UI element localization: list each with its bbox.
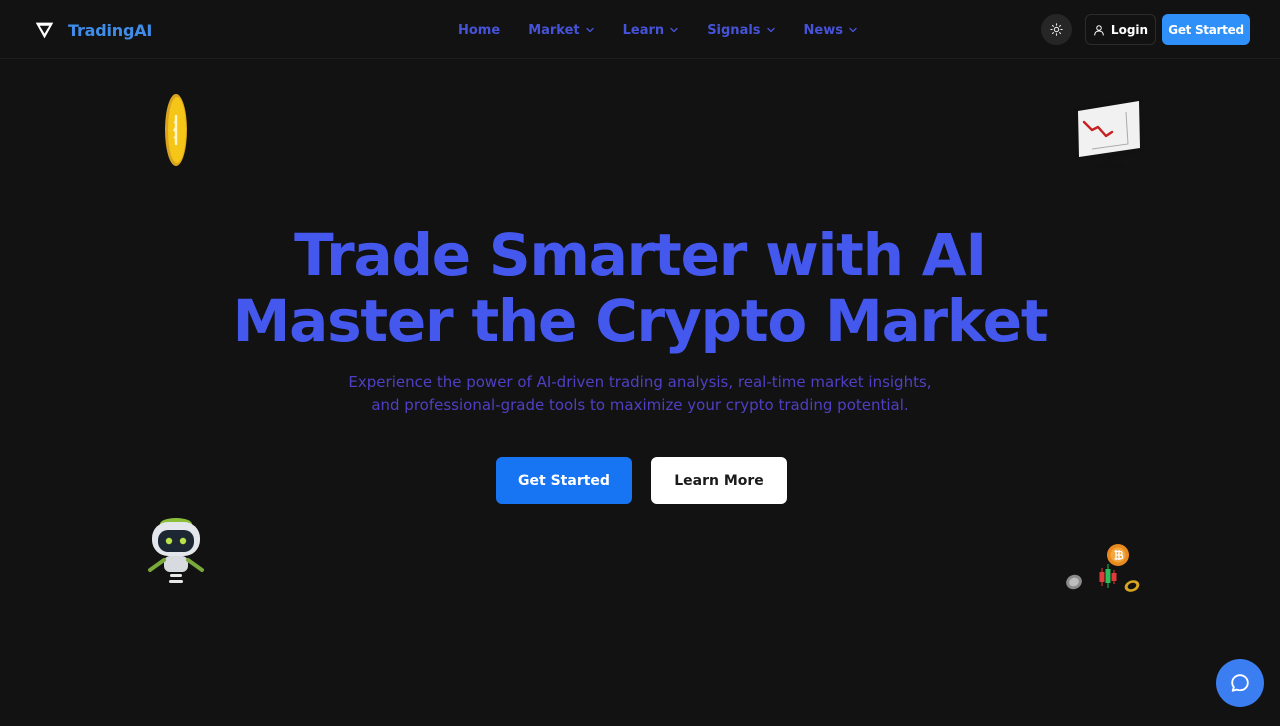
hero-title-line-1: Trade Smarter with AI [294,221,987,289]
site-header: TradingAI Home Market Learn Signals News [0,0,1280,59]
hero-learn-more-button[interactable]: Learn More [651,457,787,504]
chevron-down-icon [849,27,857,33]
brand-logo-link[interactable]: TradingAI [34,17,152,43]
hero-subtitle-line-2: and professional-grade tools to maximize… [371,396,909,414]
chevron-down-icon [670,27,678,33]
nav-item-label: Home [458,22,501,38]
hero-subtitle: Experience the power of AI-driven tradin… [0,371,1280,417]
nav-item-market[interactable]: Market [528,23,594,38]
robot-mascot-icon [148,518,204,583]
hero-subtitle-line-1: Experience the power of AI-driven tradin… [348,373,932,391]
hero-title: Trade Smarter with AI Master the Crypto … [0,222,1280,354]
nav-item-home[interactable]: Home [458,23,500,38]
nav-item-learn[interactable]: Learn [623,23,680,38]
login-button[interactable]: Login [1085,14,1156,45]
funnel-logo-icon [35,22,54,38]
nav-item-news[interactable]: News [804,23,858,38]
chat-button[interactable] [1216,659,1264,707]
hero-get-started-button[interactable]: Get Started [496,457,632,504]
nav-item-label: News [803,22,843,38]
chat-bubble-icon [1231,674,1249,692]
user-icon [1094,24,1104,35]
brand-name: TradingAI [68,20,153,40]
login-label: Login [1110,22,1149,37]
gold-coin-icon [165,94,187,166]
chevron-down-icon [585,27,594,33]
nav-item-label: Signals [707,22,761,38]
chevron-down-icon [766,27,775,33]
declining-chart-monitor-icon [1074,96,1144,169]
main-nav: Home Market Learn Signals News [458,19,886,41]
nav-item-signals[interactable]: Signals [707,23,775,38]
sun-icon [1050,23,1063,36]
crypto-coins-candlestick-icon [1066,544,1140,592]
nav-item-label: Learn [622,22,665,38]
nav-item-label: Market [528,22,580,38]
theme-toggle-button[interactable] [1041,14,1072,45]
hero-title-line-2: Master the Crypto Market [232,287,1049,355]
header-get-started-button[interactable]: Get Started [1162,14,1250,45]
